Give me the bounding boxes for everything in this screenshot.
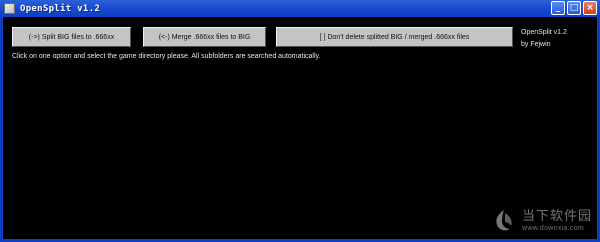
downxia-logo-icon <box>496 210 512 231</box>
version-info: OpenSplit v1.2 by Fejwin <box>521 27 567 51</box>
watermark-text: 当下软件园 www.downxia.com <box>522 210 592 232</box>
watermark-name: 当下软件园 <box>521 209 592 224</box>
maximize-button[interactable]: □ <box>567 1 581 15</box>
main-content: (->) Split BIG files to .666xx (<-) Merg… <box>3 17 597 239</box>
watermark-url: www.downxia.com <box>521 225 585 232</box>
window-title: OpenSplit v1.2 <box>20 3 101 14</box>
status-text: Click on one option and select the game … <box>12 53 321 60</box>
author-label: by Fejwin <box>521 41 551 48</box>
title-bar[interactable]: OpenSplit v1.2 _ □ × <box>0 0 600 17</box>
app-icon <box>4 3 15 14</box>
app-window: OpenSplit v1.2 _ □ × (->) Split BIG file… <box>0 0 600 242</box>
dont-delete-toggle-button[interactable]: [ ] Don't delete splitted BIG / merged .… <box>276 27 513 47</box>
minimize-button[interactable]: _ <box>551 1 565 15</box>
watermark: 当下软件园 www.downxia.com <box>491 208 592 234</box>
merge-button[interactable]: (<-) Merge .666xx files to BIG <box>143 27 266 47</box>
window-controls: _ □ × <box>551 1 597 15</box>
split-big-button[interactable]: (->) Split BIG files to .666xx <box>12 27 131 47</box>
version-label: OpenSplit v1.2 <box>521 29 567 36</box>
close-button[interactable]: × <box>583 1 597 15</box>
